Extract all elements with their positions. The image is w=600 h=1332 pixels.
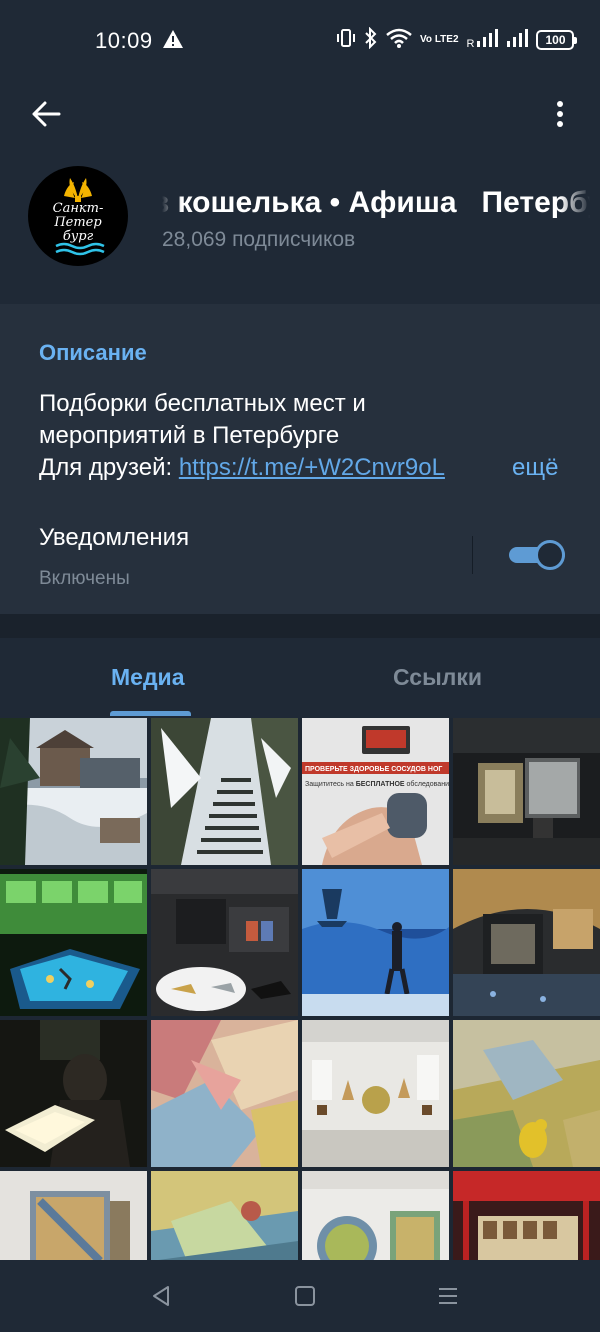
media-thumbnail[interactable]	[453, 1171, 600, 1260]
battery-indicator: 100	[536, 30, 578, 50]
more-options-button[interactable]	[544, 94, 576, 134]
active-tab-indicator	[110, 711, 191, 716]
invite-link[interactable]: https://t.me/+W2Cnvr9oL	[179, 454, 445, 481]
media-thumbnail[interactable]	[151, 1171, 298, 1260]
media-thumbnail[interactable]	[0, 1020, 147, 1167]
alert-icon	[162, 29, 184, 54]
media-thumbnail[interactable]	[453, 869, 600, 1016]
signal-icon-1	[476, 28, 499, 53]
channel-avatar[interactable]: Санкт- Петер бург	[28, 166, 128, 266]
show-more-link[interactable]: ещё	[510, 454, 559, 482]
media-thumbnail[interactable]	[302, 869, 449, 1016]
subscriber-count: 28,069 подписчиков	[162, 228, 356, 251]
media-thumbnail[interactable]	[302, 1020, 449, 1167]
media-thumbnail[interactable]	[0, 718, 147, 865]
title-fade-left	[162, 186, 182, 222]
notifications-status: Включены	[39, 568, 130, 589]
section-gap	[0, 614, 600, 638]
signal-icon-2	[506, 28, 529, 53]
back-button[interactable]	[26, 94, 66, 134]
media-thumbnail[interactable]	[0, 869, 147, 1016]
notifications-toggle[interactable]	[509, 540, 565, 570]
avatar-line: бург	[62, 229, 94, 244]
media-thumbnail[interactable]	[151, 718, 298, 865]
back-arrow-icon	[32, 101, 61, 127]
channel-profile-screen: 10:09 Vo LTE2 R 100 Санкт- Петер бург ко…	[0, 0, 600, 1332]
description-line-3: Для друзей: https://t.me/+W2Cnvr9oL	[39, 454, 445, 482]
channel-title: Без кошелька • Афиша Петербург	[162, 186, 590, 219]
status-bar: 10:09 Vo LTE2 R 100	[0, 0, 600, 80]
photo-caption-top: ПРОВЕРЬТЕ ЗДОРОВЬЕ СОСУДОВ НОГ	[305, 766, 442, 773]
media-thumbnail[interactable]	[151, 1020, 298, 1167]
vibrate-icon	[336, 27, 356, 54]
volte-indicator: Vo LTE2	[420, 34, 459, 45]
link-fade	[458, 452, 510, 486]
media-thumbnail[interactable]: ПРОВЕРЬТЕ ЗДОРОВЬЕ СОСУДОВ НОГ Защититес…	[302, 718, 449, 865]
media-thumbnail[interactable]	[453, 1020, 600, 1167]
nav-menu-button[interactable]	[432, 1280, 464, 1312]
tab-media[interactable]: Медиа	[111, 664, 184, 691]
menu-lines-icon	[439, 1288, 457, 1304]
more-vertical-icon	[557, 101, 563, 127]
photo-caption-sub: Защититесь на БЕСПЛАТНОЕ обследование	[305, 780, 449, 788]
system-navigation-bar	[0, 1260, 600, 1332]
description-prefix: Для друзей:	[39, 454, 179, 481]
channel-header: Санкт- Петер бург Без кошелька • Афиша П…	[0, 80, 600, 304]
toggle-knob	[535, 540, 565, 570]
avatar-line: Петер	[54, 215, 102, 230]
nav-home-button[interactable]	[289, 1280, 321, 1312]
media-thumbnail[interactable]	[302, 1171, 449, 1260]
channel-title-container: Без кошелька • Афиша Петербург	[162, 186, 590, 222]
media-thumbnail[interactable]	[453, 718, 600, 865]
description-label: Описание	[39, 340, 147, 365]
media-grid: ПРОВЕРЬТЕ ЗДОРОВЬЕ СОСУДОВ НОГ Защититес…	[0, 718, 600, 1260]
avatar-label: Санкт- Петер бург	[28, 202, 128, 244]
status-icons: Vo LTE2 R 100	[336, 26, 578, 54]
status-time: 10:09	[95, 28, 153, 53]
triangle-back-icon	[153, 1286, 169, 1306]
roaming-indicator: R	[466, 38, 475, 50]
tab-links[interactable]: Ссылки	[393, 664, 482, 691]
notifications-label[interactable]: Уведомления	[39, 524, 189, 552]
media-thumbnail[interactable]	[0, 1171, 147, 1260]
description-line-1: Подборки бесплатных мест и	[39, 390, 366, 417]
bluetooth-icon	[364, 26, 378, 54]
shared-content-tabs: Медиа Ссылки	[0, 638, 600, 718]
title-fade-right	[560, 186, 590, 222]
notifications-divider	[472, 536, 473, 574]
description-line-2: мероприятий в Петербурге	[39, 422, 340, 449]
nav-back-button[interactable]	[145, 1280, 177, 1312]
wifi-icon	[386, 28, 412, 53]
avatar-line: Санкт-	[52, 201, 104, 216]
square-home-icon	[295, 1286, 315, 1306]
media-thumbnail[interactable]	[151, 869, 298, 1016]
channel-info-section: Описание Подборки бесплатных мест и меро…	[0, 304, 600, 614]
